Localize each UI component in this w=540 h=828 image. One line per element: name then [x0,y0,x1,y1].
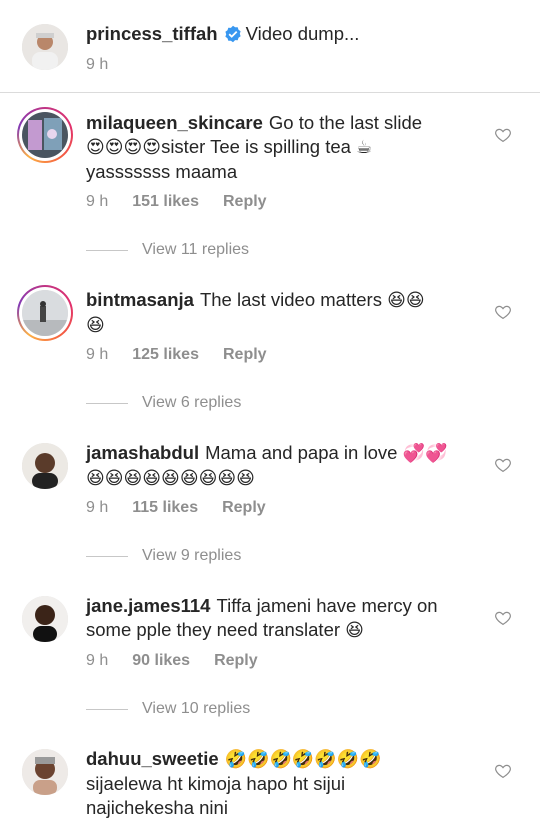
comment-text: jane.james114 Tiffa jameni have mercy on … [86,594,476,643]
commenter-avatar[interactable] [22,443,68,489]
like-heart-icon[interactable] [494,609,512,627]
view-replies-button[interactable]: View 9 replies [86,547,241,565]
comment-username[interactable]: jane.james114 [86,595,210,616]
comment-body: Tiffa jameni have mercy on [216,595,438,616]
view-replies-label[interactable]: View 11 replies [142,241,249,259]
commenter-avatar[interactable] [22,112,68,158]
comment-text: dahuu_sweetie 🤣🤣🤣🤣🤣🤣🤣 sijaelewa ht kimoja… [86,747,476,820]
comment-time: 9 h [86,193,109,210]
emoji-tea: ☕ [356,137,373,158]
emoji-rofl: 🤣🤣🤣🤣🤣🤣🤣 [224,749,382,770]
likes-count[interactable]: 90 likes [132,652,190,670]
commenter-avatar[interactable] [22,749,68,795]
comment-username[interactable]: milaqueen_skincare [86,112,263,133]
comment-text: jamashabdul Mama and papa in love 💞💞 😆😆😆😆… [86,441,476,491]
caption-meta: 9 h [86,56,132,74]
like-heart-icon[interactable] [494,762,512,780]
comment-time: 9 h [86,499,109,516]
comment-text: milaqueen_skincare Go to the last slide 😍… [86,111,476,184]
emoji-laughing: 😆😆😆😆😆😆😆😆😆 [86,468,255,489]
comment-body: sijaelewa ht kimoja hapo ht sijui [86,773,346,794]
caption-username[interactable]: princess_tiffah [86,23,218,44]
comment-meta: 9 h 90 likes Reply [86,652,282,670]
comment-username[interactable]: bintmasanja [86,289,194,310]
like-heart-icon[interactable] [494,126,512,144]
replies-line [86,249,128,251]
view-replies-button[interactable]: View 6 replies [86,394,241,412]
view-replies-label[interactable]: View 10 replies [142,700,250,718]
emoji-hearteyes: 😍😍😍😍 [86,137,162,158]
comment-body: sister Tee is spilling tea [161,136,351,157]
caption-divider [0,92,540,93]
replies-line [86,555,128,557]
comment-body: Mama and papa in love [205,442,398,463]
replies-line [86,402,128,404]
caption-body: Video dump... [245,23,360,44]
caption-text: princess_tiffah Video dump... [86,22,476,46]
post-caption: princess_tiffah Video dump... 9 h [0,0,540,92]
reply-button[interactable]: Reply [223,346,267,364]
view-replies-label[interactable]: View 9 replies [142,547,241,565]
view-replies-button[interactable]: View 11 replies [86,241,249,259]
like-heart-icon[interactable] [494,303,512,321]
emoji-hearts: 💞💞 [402,443,448,464]
reply-button[interactable]: Reply [214,652,258,670]
story-ring[interactable] [17,107,73,163]
comment-meta: 9 h 115 likes Reply [86,499,290,517]
reply-button[interactable]: Reply [222,499,266,517]
emoji-laughing: 😆 [86,315,105,336]
comment-time: 9 h [86,346,109,363]
comment-body: najichekesha nini [86,797,228,818]
comment-body: some pple they need translater [86,619,341,640]
likes-count[interactable]: 115 likes [132,499,198,517]
like-heart-icon[interactable] [494,456,512,474]
commenter-avatar[interactable] [22,290,68,336]
caption-time: 9 h [86,56,109,73]
view-replies-button[interactable]: View 10 replies [86,700,250,718]
emoji-laughing: 😆😆 [387,290,425,311]
comment-body: The last video matters [199,289,382,310]
commenter-avatar[interactable] [22,596,68,642]
emoji-laughing: 😆 [345,620,364,641]
comment-meta: 9 h 125 likes Reply [86,346,291,364]
likes-count[interactable]: 151 likes [132,193,199,211]
view-replies-label[interactable]: View 6 replies [142,394,241,412]
story-ring[interactable] [17,285,73,341]
verified-badge-icon [224,25,242,43]
comment-username[interactable]: jamashabdul [86,442,199,463]
author-avatar[interactable] [22,24,68,70]
comment-meta: 9 h 151 likes Reply [86,193,291,211]
comment-body: Go to the last slide [268,112,423,133]
comment-username[interactable]: dahuu_sweetie [86,748,219,769]
comment-text: bintmasanja The last video matters 😆😆 😆 [86,288,476,338]
comment-body: yasssssss maama [86,161,238,182]
comment-time: 9 h [86,652,109,669]
replies-line [86,708,128,710]
likes-count[interactable]: 125 likes [132,346,199,364]
reply-button[interactable]: Reply [223,193,267,211]
